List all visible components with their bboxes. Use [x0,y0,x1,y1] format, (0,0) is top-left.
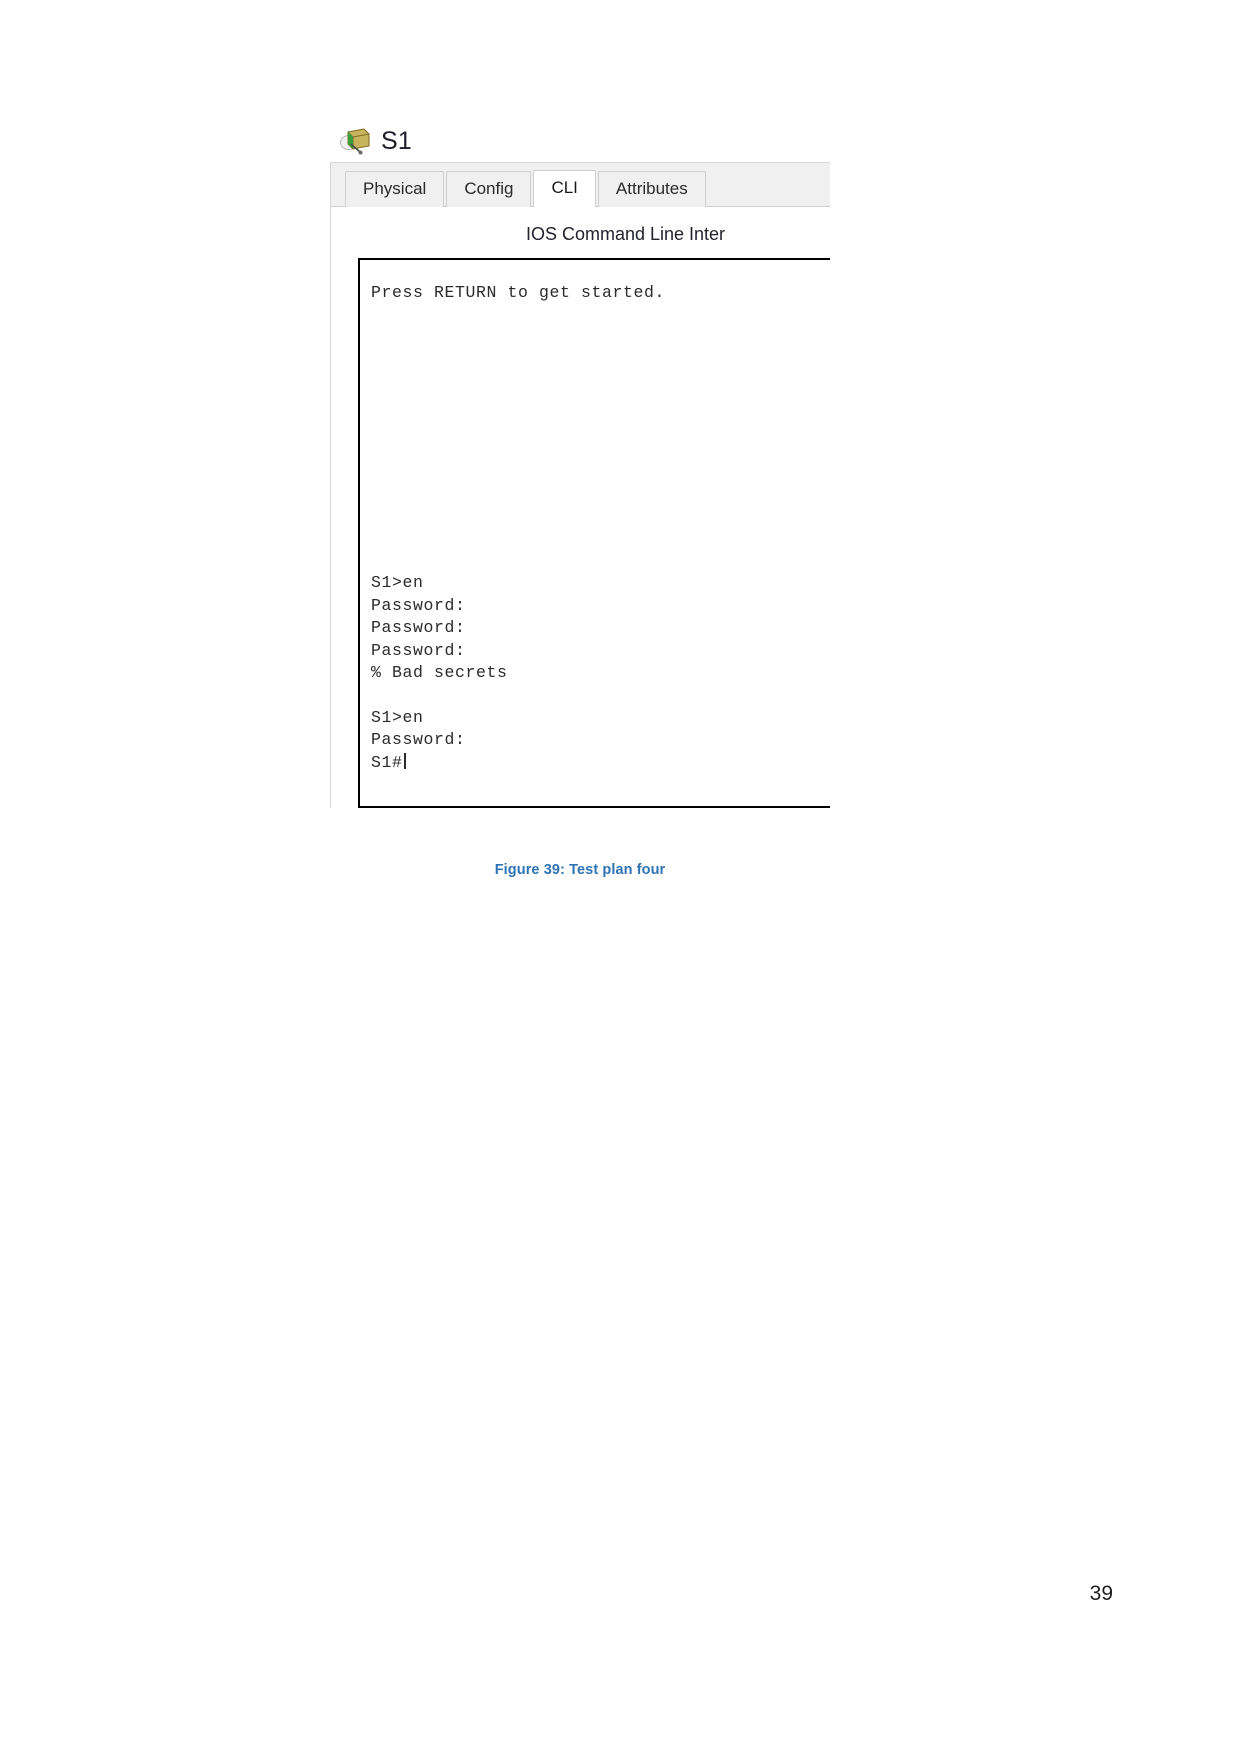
tab-config[interactable]: Config [446,171,532,207]
tab-physical[interactable]: Physical [345,171,445,207]
terminal-line: S1>en [371,707,424,727]
terminal-intro-line: Press RETURN to get started. [371,283,666,302]
page-number: 39 [1089,1582,1113,1605]
terminal-line: Password: [371,595,466,615]
device-window: Physical Config CLI Attributes IOS Comma… [330,162,830,808]
tab-strip-filler [707,205,830,207]
cli-terminal[interactable]: Press RETURN to get started. S1>en Passw… [358,258,830,808]
terminal-wrapper: Press RETURN to get started. S1>en Passw… [331,258,830,808]
tab-attributes[interactable]: Attributes [597,171,706,207]
terminal-top-spacer [371,272,830,282]
cli-panel: IOS Command Line Inter Press RETURN to g… [331,206,830,808]
terminal-line: Password: [371,640,466,660]
figure-container: S1 Physical Config CLI Attributes IOS Co… [330,120,850,878]
switch-icon [338,126,372,156]
tab-strip: Physical Config CLI Attributes [331,163,830,207]
terminal-line: Password: [371,730,466,750]
terminal-line: % Bad secrets [371,663,508,683]
terminal-blank-region [371,304,830,572]
terminal-prompt-line: S1# [371,752,830,774]
tab-cli[interactable]: CLI [533,170,596,207]
terminal-line: S1>en [371,573,424,593]
panel-heading: IOS Command Line Inter [525,224,726,244]
terminal-line: Password: [371,618,466,638]
terminal-prompt-text: S1# [371,752,403,772]
figure-caption: Figure 39: Test plan four [494,862,666,878]
device-name-label: S1 [381,126,412,155]
device-title-row: S1 [330,120,850,162]
text-cursor [403,752,406,769]
